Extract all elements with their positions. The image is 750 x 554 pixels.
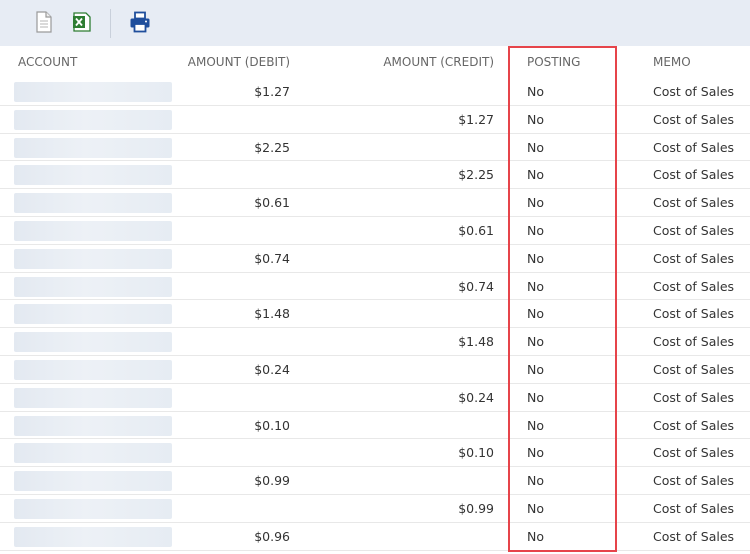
memo-cell: Cost of Sales	[653, 528, 735, 544]
account-cell-redacted	[14, 165, 172, 186]
table-row[interactable]: $0.24 No Cost of Sales	[0, 383, 750, 412]
account-cell-redacted	[14, 304, 172, 325]
posting-cell: No	[527, 417, 544, 433]
memo-cell: Cost of Sales	[653, 417, 735, 433]
amount-debit-cell: $0.10	[254, 417, 290, 433]
posting-cell: No	[527, 84, 544, 99]
posting-cell: No	[527, 334, 544, 350]
amount-credit-cell: $0.24	[458, 389, 494, 405]
account-cell-redacted	[14, 193, 172, 214]
posting-cell: No	[527, 139, 544, 155]
posting-cell: No	[527, 445, 544, 461]
account-cell-redacted	[14, 387, 172, 408]
memo-cell: Cost of Sales	[653, 306, 735, 322]
posting-cell: No	[527, 473, 544, 489]
memo-cell: Cost of Sales	[653, 195, 735, 211]
table-row[interactable]: $1.27 No Cost of Sales	[0, 78, 750, 106]
toolbar	[0, 0, 750, 46]
column-header-amount-credit[interactable]: AMOUNT (CREDIT)	[383, 46, 494, 78]
amount-debit-cell: $0.24	[254, 361, 290, 377]
account-cell-redacted	[14, 443, 172, 464]
table-row[interactable]: $0.10 No Cost of Sales	[0, 411, 750, 440]
account-cell-redacted	[14, 415, 172, 436]
posting-cell: No	[527, 306, 544, 322]
toolbar-separator	[110, 9, 111, 38]
account-cell-redacted	[14, 359, 172, 380]
amount-debit-cell: $0.99	[254, 473, 290, 489]
amount-credit-cell: $0.74	[458, 278, 494, 294]
amount-credit-cell: $0.99	[458, 500, 494, 516]
table-row[interactable]: $0.10 No Cost of Sales	[0, 439, 750, 468]
account-cell-redacted	[14, 498, 172, 519]
column-header-amount-debit[interactable]: AMOUNT (DEBIT)	[188, 46, 290, 78]
posting-cell: No	[527, 222, 544, 238]
table-row[interactable]: $0.24 No Cost of Sales	[0, 355, 750, 384]
memo-cell: Cost of Sales	[653, 500, 735, 516]
memo-cell: Cost of Sales	[653, 222, 735, 238]
table-row[interactable]: $0.99 No Cost of Sales	[0, 467, 750, 495]
memo-cell: Cost of Sales	[653, 278, 735, 294]
document-icon[interactable]	[33, 10, 57, 36]
memo-cell: Cost of Sales	[653, 167, 735, 183]
table-row[interactable]: $1.48 No Cost of Sales	[0, 300, 750, 329]
posting-cell: No	[527, 167, 544, 183]
column-header-memo[interactable]: MEMO	[653, 46, 691, 78]
posting-cell: No	[527, 500, 544, 516]
memo-cell: Cost of Sales	[653, 111, 735, 127]
posting-cell: No	[527, 278, 544, 294]
posting-cell: No	[527, 111, 544, 127]
table-row[interactable]: $2.25 No Cost of Sales	[0, 161, 750, 190]
account-cell-redacted	[14, 332, 172, 353]
memo-cell: Cost of Sales	[653, 445, 735, 461]
account-cell-redacted	[14, 220, 172, 241]
table-row[interactable]: $0.74 No Cost of Sales	[0, 272, 750, 301]
memo-cell: Cost of Sales	[653, 361, 735, 377]
table-row[interactable]: $1.48 No Cost of Sales	[0, 328, 750, 356]
posting-cell: No	[527, 250, 544, 266]
memo-cell: Cost of Sales	[653, 139, 735, 155]
amount-debit-cell: $1.27	[254, 84, 290, 99]
table-row[interactable]: $0.96 No Cost of Sales	[0, 522, 750, 551]
excel-export-icon[interactable]	[71, 10, 95, 36]
posting-cell: No	[527, 361, 544, 377]
amount-debit-cell: $0.61	[254, 195, 290, 211]
amount-credit-cell: $2.25	[458, 167, 494, 183]
table-row[interactable]: $0.74 No Cost of Sales	[0, 244, 750, 273]
column-header-account[interactable]: ACCOUNT	[18, 46, 77, 78]
posting-cell: No	[527, 389, 544, 405]
memo-cell: Cost of Sales	[653, 250, 735, 266]
column-header-posting[interactable]: POSTING	[527, 46, 580, 78]
table-row[interactable]: $1.27 No Cost of Sales	[0, 105, 750, 134]
print-icon[interactable]	[128, 10, 152, 36]
posting-cell: No	[527, 528, 544, 544]
account-cell-redacted	[14, 471, 172, 492]
memo-cell: Cost of Sales	[653, 389, 735, 405]
table-header: ACCOUNT AMOUNT (DEBIT) AMOUNT (CREDIT) P…	[0, 46, 750, 79]
posting-cell: No	[527, 195, 544, 211]
account-cell-redacted	[14, 526, 172, 547]
account-cell-redacted	[14, 248, 172, 269]
table-row[interactable]: $0.99 No Cost of Sales	[0, 494, 750, 523]
amount-credit-cell: $0.10	[458, 445, 494, 461]
table-row[interactable]: $0.61 No Cost of Sales	[0, 216, 750, 245]
amount-debit-cell: $0.96	[254, 528, 290, 544]
amount-credit-cell: $1.48	[458, 334, 494, 350]
account-cell-redacted	[14, 82, 172, 102]
amount-debit-cell: $1.48	[254, 306, 290, 322]
table-row[interactable]: $0.61 No Cost of Sales	[0, 189, 750, 217]
account-cell-redacted	[14, 137, 172, 158]
amount-debit-cell: $2.25	[254, 139, 290, 155]
amount-credit-cell: $0.61	[458, 222, 494, 238]
memo-cell: Cost of Sales	[653, 84, 735, 99]
account-cell-redacted	[14, 109, 172, 130]
memo-cell: Cost of Sales	[653, 473, 735, 489]
account-cell-redacted	[14, 276, 172, 297]
table-row[interactable]: $2.25 No Cost of Sales	[0, 133, 750, 162]
memo-cell: Cost of Sales	[653, 334, 735, 350]
amount-debit-cell: $0.74	[254, 250, 290, 266]
amount-credit-cell: $1.27	[458, 111, 494, 127]
table-body: $1.27 No Cost of Sales $1.27 No Cost of Sales…	[0, 78, 750, 551]
